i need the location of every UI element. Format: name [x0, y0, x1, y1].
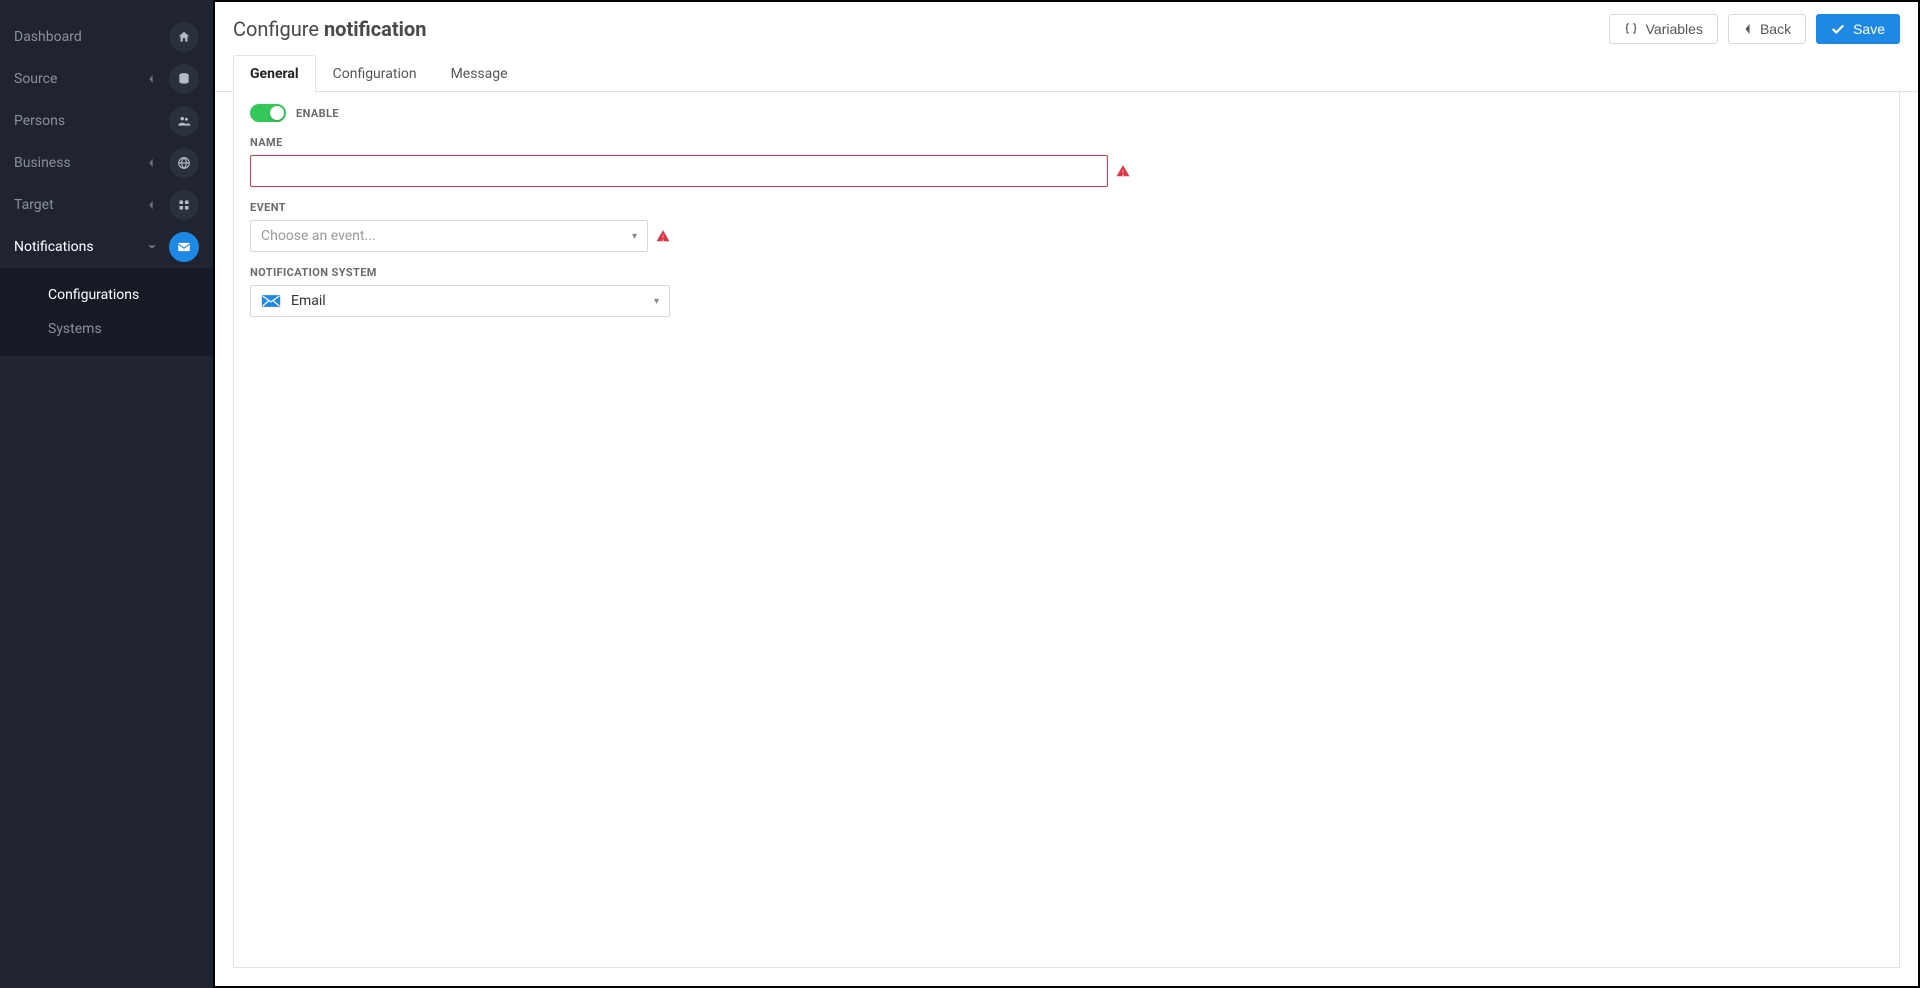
name-row: NAME	[250, 136, 1883, 187]
caret-down-icon: ▾	[654, 296, 659, 307]
grid-icon	[169, 190, 199, 220]
tabs: General Configuration Message	[215, 54, 1918, 92]
sidebar-item-dashboard[interactable]: Dashboard	[0, 16, 213, 58]
save-button-label: Save	[1853, 21, 1885, 37]
sidebar-item-label: Business	[14, 155, 147, 171]
page-title: Configure notification	[233, 17, 426, 41]
sidebar-item-notifications[interactable]: Notifications	[0, 226, 213, 268]
back-button-label: Back	[1760, 21, 1791, 37]
sidebar-item-business[interactable]: Business	[0, 142, 213, 184]
variables-button-label: Variables	[1646, 21, 1703, 37]
event-label: EVENT	[250, 201, 1883, 214]
page-title-prefix: Configure	[233, 17, 324, 41]
sidebar-item-persons[interactable]: Persons	[0, 100, 213, 142]
sidebar-item-source[interactable]: Source	[0, 58, 213, 100]
braces-icon	[1624, 22, 1638, 36]
page-header: Configure notification Variables Back Sa…	[215, 2, 1918, 48]
event-select-placeholder: Choose an event...	[261, 228, 376, 244]
tab-general[interactable]: General	[233, 55, 316, 92]
event-row: EVENT Choose an event... ▾	[250, 201, 1883, 252]
chevron-left-icon	[147, 74, 161, 84]
main-content: Configure notification Variables Back Sa…	[213, 0, 1920, 988]
users-icon	[169, 106, 199, 136]
warning-icon	[1116, 164, 1130, 178]
chevron-left-icon	[147, 200, 161, 210]
system-select-value: Email	[291, 293, 326, 309]
chevron-down-icon	[147, 243, 161, 251]
globe-icon	[169, 148, 199, 178]
system-row: NOTIFICATION SYSTEM Email ▾	[250, 266, 1883, 317]
check-icon	[1831, 23, 1845, 35]
sidebar-item-label: Persons	[14, 113, 169, 129]
database-icon	[169, 64, 199, 94]
name-label: NAME	[250, 136, 1883, 149]
sidebar-item-label: Dashboard	[14, 29, 169, 45]
tab-configuration[interactable]: Configuration	[316, 55, 434, 92]
sidebar-item-label: Notifications	[14, 239, 147, 255]
sidebar: Dashboard Source Persons Business Target	[0, 0, 213, 988]
home-icon	[169, 22, 199, 52]
sidebar-item-label: Target	[14, 197, 147, 213]
tab-message[interactable]: Message	[434, 55, 525, 92]
chevron-left-icon	[147, 158, 161, 168]
sidebar-item-label: Source	[14, 71, 147, 87]
sidebar-sub-configurations[interactable]: Configurations	[0, 278, 213, 312]
system-label: NOTIFICATION SYSTEM	[250, 266, 1883, 279]
warning-icon	[656, 229, 670, 243]
mail-icon	[169, 232, 199, 262]
back-button[interactable]: Back	[1728, 14, 1806, 44]
sidebar-submenu: Configurations Systems	[0, 268, 213, 356]
system-select[interactable]: Email ▾	[250, 285, 670, 317]
mail-icon	[261, 294, 281, 308]
enable-label: ENABLE	[296, 107, 339, 120]
enable-row: ENABLE	[250, 104, 1883, 122]
sidebar-sub-systems[interactable]: Systems	[0, 312, 213, 346]
caret-down-icon: ▾	[632, 231, 637, 242]
event-select[interactable]: Choose an event... ▾	[250, 220, 648, 252]
toggle-knob	[270, 106, 284, 120]
form-panel: ENABLE NAME EVENT Choose an event... ▾	[233, 92, 1900, 968]
sidebar-item-target[interactable]: Target	[0, 184, 213, 226]
chevron-left-icon	[1743, 23, 1752, 35]
save-button[interactable]: Save	[1816, 14, 1900, 44]
header-actions: Variables Back Save	[1609, 14, 1900, 44]
name-input[interactable]	[250, 155, 1108, 187]
page-title-bold: notification	[324, 17, 426, 41]
variables-button[interactable]: Variables	[1609, 14, 1718, 44]
enable-toggle[interactable]	[250, 104, 286, 122]
